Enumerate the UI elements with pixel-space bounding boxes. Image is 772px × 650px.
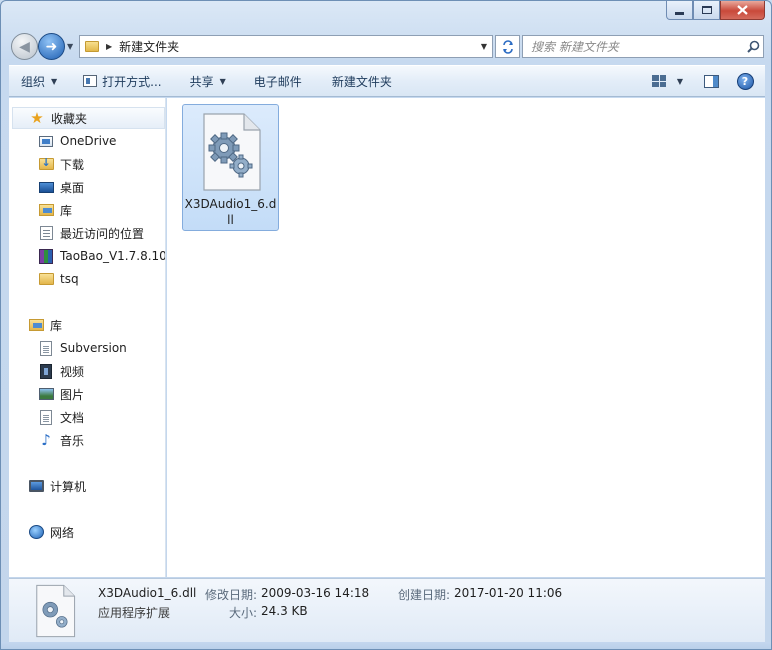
minimize-icon [675,11,684,15]
window-bottom-border [1,642,771,649]
sidebar-item-recent-places[interactable]: 最近访问的位置 [38,222,144,244]
caption-buttons [666,1,765,21]
details-size-label: 大小: [229,606,258,620]
file-item[interactable]: X3DAudio1_6.dll [182,104,279,231]
organize-label: 组织 [21,74,46,89]
sidebar-item-documents[interactable]: 文档 [38,406,84,428]
arrow-right-icon: ➜ [45,38,58,55]
navigation-bar: ◀ ➜ ▼ ▶ 新建文件夹 ▼ [9,31,765,61]
star-icon: ★ [30,109,44,127]
address-dropdown-icon[interactable]: ▼ [476,42,492,51]
view-controls: ▼ ? [643,69,765,93]
help-button[interactable]: ? [731,69,759,93]
recent-pages-dropdown[interactable]: ▼ [67,42,77,52]
search-icon [746,40,759,53]
chevron-down-icon: ▼ [219,76,226,86]
details-modified-label: 修改日期: [205,588,258,602]
music-icon: ♪ [41,431,51,449]
navigation-pane: ★ 收藏夹 OneDrive 下载 桌面 库 最近访问的位置 TaoBao_V1… [9,98,166,577]
file-list-view[interactable]: X3DAudio1_6.dll [167,98,765,577]
folder-icon [85,41,99,52]
video-icon [38,363,54,379]
search-box [522,35,764,58]
address-bar[interactable]: ▶ 新建文件夹 ▼ [79,35,493,58]
computer-icon [28,478,44,494]
close-icon [737,5,748,15]
sidebar-item-music[interactable]: ♪ 音乐 [38,429,84,451]
sidebar-libraries-header[interactable]: 库 [28,314,62,336]
open-with-label: 打开方式... [102,74,162,89]
details-file-name: X3DAudio1_6.dll [98,586,197,600]
details-created-value: 2017-01-20 11:06 [454,586,563,600]
file-name: X3DAudio1_6.dll [184,197,277,227]
dll-gear-file-icon [203,113,261,191]
forward-button[interactable]: ➜ [38,33,65,60]
new-folder-label: 新建文件夹 [331,74,392,89]
sidebar-item-desktop[interactable]: 桌面 [38,176,84,198]
minimize-button[interactable] [666,1,693,20]
details-file-type: 应用程序扩展 [98,606,171,620]
breadcrumb-chevron-icon[interactable]: ▶ [106,42,112,51]
winrar-archive-icon [38,248,54,264]
change-view-button[interactable] [645,69,673,93]
recent-places-icon [38,225,54,241]
share-label: 共享 [189,74,214,89]
open-with-button[interactable]: 打开方式... [74,65,170,97]
library-icon [38,202,54,218]
sidebar-item-downloads[interactable]: 下载 [38,153,84,175]
dll-gear-file-icon [36,584,76,638]
explorer-window: ◀ ➜ ▼ ▶ 新建文件夹 ▼ 组织 ▼ 打开方式... 共享 ▼ [0,0,772,650]
new-folder-button[interactable]: 新建文件夹 [323,65,401,97]
sidebar-computer[interactable]: 计算机 [28,475,86,497]
sidebar-item-taobao[interactable]: TaoBao_V1.7.8.10_ [38,245,165,267]
email-button[interactable]: 电子邮件 [245,65,311,97]
preview-pane-button[interactable] [697,69,725,93]
refresh-icon [502,39,513,54]
sidebar-item-subversion[interactable]: Subversion [38,337,127,359]
breadcrumb-current[interactable]: 新建文件夹 [119,38,476,55]
email-label: 电子邮件 [253,74,302,89]
folder-icon [38,271,54,287]
onedrive-icon [38,133,54,149]
open-with-icon [83,75,98,87]
sidebar-item-videos[interactable]: 视频 [38,360,84,382]
command-bar: 组织 ▼ 打开方式... 共享 ▼ 电子邮件 新建文件夹 ▼ ? [9,65,765,97]
sidebar-item-library[interactable]: 库 [38,199,72,221]
pictures-icon [38,386,54,402]
details-pane: X3DAudio1_6.dll 应用程序扩展 修改日期: 2009-03-16 … [9,578,765,642]
close-button[interactable] [720,1,765,20]
library-icon [28,317,44,333]
details-size-value: 24.3 KB [261,604,308,618]
refresh-button[interactable] [495,35,520,58]
arrow-left-icon: ◀ [19,38,30,55]
search-input[interactable] [523,39,743,54]
views-icon [652,75,666,87]
chevron-down-icon: ▼ [51,76,58,86]
preview-pane-icon [703,74,719,88]
chevron-down-icon: ▼ [676,76,684,86]
organize-menu[interactable]: 组织 ▼ [9,65,66,97]
sidebar-item-tsq[interactable]: tsq [38,268,79,290]
view-options-dropdown[interactable]: ▼ [673,69,687,93]
sidebar-item-pictures[interactable]: 图片 [38,383,84,405]
chevron-down-icon: ▼ [67,42,74,51]
documents-icon [38,409,54,425]
help-icon: ? [736,72,754,90]
maximize-icon [701,6,712,14]
sidebar-favorites-header[interactable]: ★ 收藏夹 [12,107,165,129]
downloads-folder-icon [38,156,54,172]
document-icon [38,340,54,356]
share-menu[interactable]: 共享 ▼ [181,65,235,97]
details-modified-value: 2009-03-16 14:18 [261,586,370,600]
network-icon [28,524,44,540]
sidebar-item-onedrive[interactable]: OneDrive [38,130,116,152]
back-button[interactable]: ◀ [11,33,38,60]
desktop-icon [38,179,54,195]
details-created-label: 创建日期: [398,588,451,602]
maximize-button[interactable] [693,1,720,20]
search-button[interactable] [743,40,763,53]
sidebar-network[interactable]: 网络 [28,521,74,543]
